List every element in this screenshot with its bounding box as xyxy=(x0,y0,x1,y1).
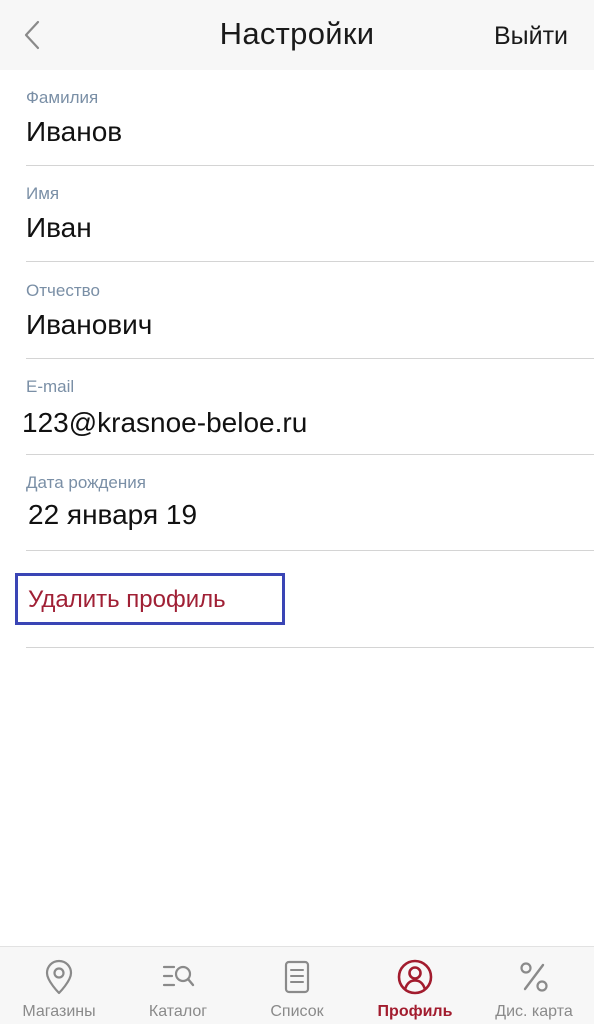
catalog-search-icon xyxy=(158,957,198,997)
tab-catalog-label: Каталог xyxy=(148,1003,208,1020)
logout-button[interactable]: Выйти xyxy=(494,18,568,54)
delete-profile-label: Удалить профиль xyxy=(28,586,226,613)
profile-icon xyxy=(395,957,435,997)
first-name-label: Имя xyxy=(26,184,60,203)
tab-profile-label: Профиль xyxy=(377,1003,453,1020)
location-pin-icon xyxy=(39,957,79,997)
navigation-bar: Настройки Выйти xyxy=(0,0,594,70)
first-name-field[interactable]: Имя Иван xyxy=(26,166,594,262)
list-document-icon xyxy=(277,957,317,997)
first-name-value[interactable]: Иван xyxy=(26,210,92,246)
patronymic-value[interactable]: Иванович xyxy=(26,307,152,343)
tab-bar: Магазины Каталог Список Профиль Дис. кар… xyxy=(0,946,594,1024)
tab-stores[interactable]: Магазины xyxy=(0,947,118,1025)
patronymic-label: Отчество xyxy=(26,281,100,300)
tab-list-label: Список xyxy=(270,1003,324,1020)
email-label: E-mail xyxy=(26,377,75,396)
percent-icon xyxy=(514,957,554,997)
birth-date-label: Дата рождения xyxy=(26,473,146,492)
tab-discount-card[interactable]: Дис. карта xyxy=(474,947,594,1025)
tab-stores-label: Магазины xyxy=(22,1003,96,1020)
tab-profile[interactable]: Профиль xyxy=(356,947,474,1025)
tab-discount-card-label: Дис. карта xyxy=(495,1003,573,1020)
birth-date-value[interactable]: 22 января 19 xyxy=(28,497,197,533)
delete-profile-button[interactable]: Удалить профиль xyxy=(15,573,285,625)
email-field[interactable]: E-mail 123@krasnoe-beloe.ru xyxy=(22,359,594,455)
patronymic-field[interactable]: Отчество Иванович xyxy=(26,263,594,359)
email-value[interactable]: 123@krasnoe-beloe.ru xyxy=(22,405,307,441)
last-name-label: Фамилия xyxy=(26,88,99,107)
last-name-field[interactable]: Фамилия Иванов xyxy=(26,70,594,166)
last-name-value[interactable]: Иванов xyxy=(26,114,122,150)
tab-list[interactable]: Список xyxy=(238,947,356,1025)
tab-catalog[interactable]: Каталог xyxy=(118,947,238,1025)
birth-date-field[interactable]: Дата рождения 22 января 19 xyxy=(26,455,594,551)
